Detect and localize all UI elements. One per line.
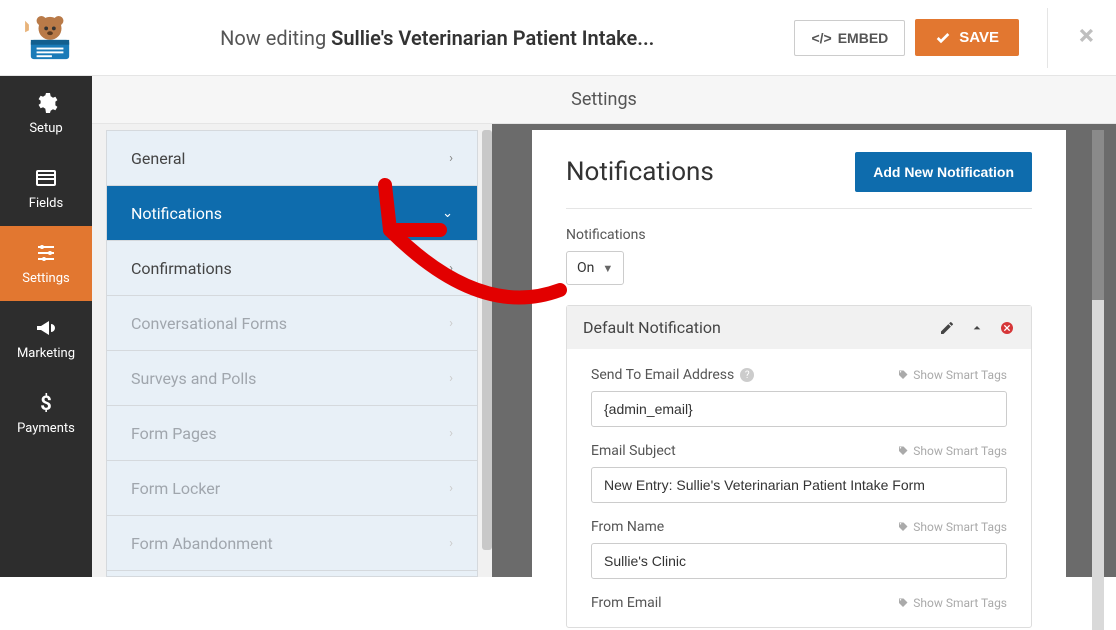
smart-tags-label: Show Smart Tags xyxy=(913,520,1007,534)
smart-tags-link[interactable]: Show Smart Tags xyxy=(897,520,1007,534)
gear-icon xyxy=(34,91,58,115)
check-icon xyxy=(935,30,951,46)
page-title: Settings xyxy=(92,76,1116,124)
svg-text:$: $ xyxy=(40,391,51,415)
save-button[interactable]: SAVE xyxy=(915,19,1019,56)
from-email-label: From Email xyxy=(591,595,662,611)
rail-setup[interactable]: Setup xyxy=(0,76,92,151)
panel-title: Notifications xyxy=(566,157,714,187)
delete-icon[interactable] xyxy=(999,320,1015,336)
menu-conversational-label: Conversational Forms xyxy=(131,314,287,333)
smart-tags-link[interactable]: Show Smart Tags xyxy=(897,444,1007,458)
from-name-label: From Name xyxy=(591,519,664,535)
chevron-right-icon: › xyxy=(449,426,453,441)
send-to-label: Send To Email Address xyxy=(591,367,734,383)
smart-tags-label: Show Smart Tags xyxy=(913,596,1007,610)
menu-general[interactable]: General › xyxy=(107,131,477,186)
menu-confirmations-label: Confirmations xyxy=(131,259,232,278)
smart-tags-link[interactable]: Show Smart Tags xyxy=(897,368,1007,382)
editing-title: Now editing Sullie's Veterinarian Patien… xyxy=(80,26,794,50)
notifications-toggle[interactable]: On ▼ xyxy=(566,251,624,285)
tag-icon xyxy=(897,597,909,609)
menu-notifications[interactable]: Notifications ⌄ xyxy=(107,186,477,241)
panel-scrollbar-track[interactable] xyxy=(1092,130,1104,630)
embed-button[interactable]: </> EMBED xyxy=(794,20,905,56)
menu-formpages-label: Form Pages xyxy=(131,424,217,443)
rail-fields-label: Fields xyxy=(29,196,63,211)
rail-settings[interactable]: Settings xyxy=(0,226,92,301)
editing-prefix: Now editing xyxy=(220,26,331,50)
rail-settings-label: Settings xyxy=(22,271,69,286)
tag-icon xyxy=(897,369,909,381)
rail-marketing[interactable]: Marketing xyxy=(0,301,92,376)
bullhorn-icon xyxy=(34,316,58,340)
form-name: Sullie's Veterinarian Patient Intake... xyxy=(331,26,654,50)
menu-surveys[interactable]: Surveys and Polls › xyxy=(107,351,477,406)
menu-general-label: General xyxy=(131,149,185,168)
smart-tags-label: Show Smart Tags xyxy=(913,444,1007,458)
sliders-icon xyxy=(34,241,58,265)
menu-formabandon-label: Form Abandonment xyxy=(131,534,273,553)
menu-confirmations[interactable]: Confirmations › xyxy=(107,241,477,296)
notifications-toggle-label: Notifications xyxy=(566,227,1032,243)
rail-setup-label: Setup xyxy=(29,121,62,136)
menu-formlocker-label: Form Locker xyxy=(131,479,220,498)
divider xyxy=(1047,8,1048,68)
chevron-down-icon: ⌄ xyxy=(442,206,453,221)
chevron-right-icon: › xyxy=(449,481,453,496)
close-icon[interactable] xyxy=(1076,25,1096,50)
help-icon[interactable]: ? xyxy=(740,368,754,382)
pencil-icon[interactable] xyxy=(939,320,955,336)
rail-marketing-label: Marketing xyxy=(17,346,75,361)
notifications-status: On xyxy=(577,260,594,276)
list-icon xyxy=(34,166,58,190)
menu-scrollbar[interactable] xyxy=(482,130,492,550)
menu-conversational[interactable]: Conversational Forms › xyxy=(107,296,477,351)
menu-formlocker[interactable]: Form Locker › xyxy=(107,461,477,516)
smart-tags-link[interactable]: Show Smart Tags xyxy=(897,596,1007,610)
chevron-right-icon: › xyxy=(449,316,453,331)
add-notification-button[interactable]: Add New Notification xyxy=(855,152,1032,192)
tag-icon xyxy=(897,445,909,457)
code-icon: </> xyxy=(811,30,831,46)
smart-tags-label: Show Smart Tags xyxy=(913,368,1007,382)
dollar-icon: $ xyxy=(34,391,58,415)
menu-notifications-label: Notifications xyxy=(131,204,222,223)
send-to-input[interactable] xyxy=(591,391,1007,427)
logo xyxy=(20,13,80,63)
chevron-right-icon: › xyxy=(449,536,453,551)
embed-label: EMBED xyxy=(838,30,889,46)
menu-formpages[interactable]: Form Pages › xyxy=(107,406,477,461)
notification-block-header: Default Notification xyxy=(567,306,1031,349)
chevron-up-icon[interactable] xyxy=(969,320,985,336)
notification-block-title: Default Notification xyxy=(583,318,721,337)
rail-fields[interactable]: Fields xyxy=(0,151,92,226)
chevron-right-icon: › xyxy=(449,261,453,276)
subject-label: Email Subject xyxy=(591,443,676,459)
menu-formabandon[interactable]: Form Abandonment › xyxy=(107,516,477,571)
subject-input[interactable] xyxy=(591,467,1007,503)
chevron-right-icon: › xyxy=(449,151,453,166)
rail-payments-label: Payments xyxy=(17,421,75,436)
panel-scrollbar-thumb[interactable] xyxy=(1092,130,1104,300)
from-name-input[interactable] xyxy=(591,543,1007,579)
tag-icon xyxy=(897,521,909,533)
menu-surveys-label: Surveys and Polls xyxy=(131,369,256,388)
chevron-down-icon: ▼ xyxy=(602,262,613,275)
save-label: SAVE xyxy=(959,29,999,46)
rail-payments[interactable]: $ Payments xyxy=(0,376,92,451)
chevron-right-icon: › xyxy=(449,371,453,386)
